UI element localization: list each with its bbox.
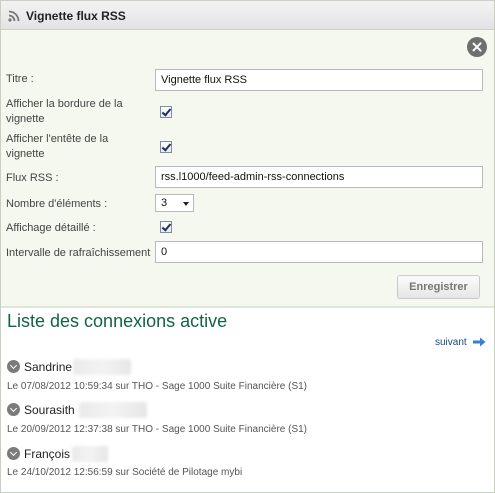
detailed-label: Affichage détaillé : bbox=[6, 222, 96, 234]
blurred-surname bbox=[79, 402, 147, 418]
close-icon[interactable] bbox=[467, 37, 487, 57]
count-select-value: 3 bbox=[161, 197, 168, 209]
connection-detail: Le 20/09/2012 12:37:38 sur THO - Sage 10… bbox=[7, 424, 308, 435]
feed-input[interactable] bbox=[155, 166, 483, 188]
header-checkbox[interactable] bbox=[160, 141, 172, 153]
arrow-right-icon[interactable] bbox=[473, 337, 486, 347]
title-input[interactable] bbox=[155, 69, 483, 91]
feed-label: Flux RSS : bbox=[6, 172, 59, 184]
connections-title: Liste des connexions active bbox=[7, 311, 228, 331]
user-name: Sandrine bbox=[24, 360, 73, 374]
dropdown-arrow-icon bbox=[183, 202, 189, 206]
refresh-input[interactable] bbox=[155, 241, 483, 263]
blurred-surname bbox=[72, 446, 108, 462]
next-link[interactable]: suivant bbox=[435, 337, 467, 348]
border-label-line1: Afficher la bordure de la bbox=[6, 98, 123, 110]
count-label: Nombre d'éléments : bbox=[6, 198, 108, 210]
user-name: Sourasith bbox=[24, 403, 75, 417]
rss-widget: Vignette flux RSS Titre : Afficher la bo… bbox=[0, 0, 495, 493]
rss-icon bbox=[8, 10, 20, 22]
save-button[interactable]: Enregistrer bbox=[397, 275, 480, 299]
widget-header: Vignette flux RSS bbox=[1, 1, 494, 30]
header-label-line1: Afficher l'entête de la bbox=[6, 133, 109, 145]
connections-panel bbox=[1, 306, 494, 492]
refresh-label: Intervalle de rafraîchissement bbox=[6, 247, 151, 259]
blurred-surname bbox=[73, 359, 131, 375]
detailed-checkbox[interactable] bbox=[160, 221, 172, 233]
user-name: François bbox=[24, 447, 71, 461]
expand-icon[interactable] bbox=[7, 403, 20, 416]
title-label: Titre : bbox=[6, 73, 34, 85]
widget-title: Vignette flux RSS bbox=[26, 9, 126, 23]
header-label-line2: vignette bbox=[6, 148, 45, 160]
expand-icon[interactable] bbox=[7, 447, 20, 460]
border-label-line2: vignette bbox=[6, 113, 45, 125]
expand-icon[interactable] bbox=[7, 360, 20, 373]
border-checkbox[interactable] bbox=[160, 106, 172, 118]
count-select[interactable]: 3 bbox=[155, 194, 194, 212]
connection-detail: Le 24/10/2012 12:56:59 sur Société de Pi… bbox=[7, 467, 243, 478]
connection-detail: Le 07/08/2012 10:59:34 sur THO - Sage 10… bbox=[7, 381, 308, 392]
